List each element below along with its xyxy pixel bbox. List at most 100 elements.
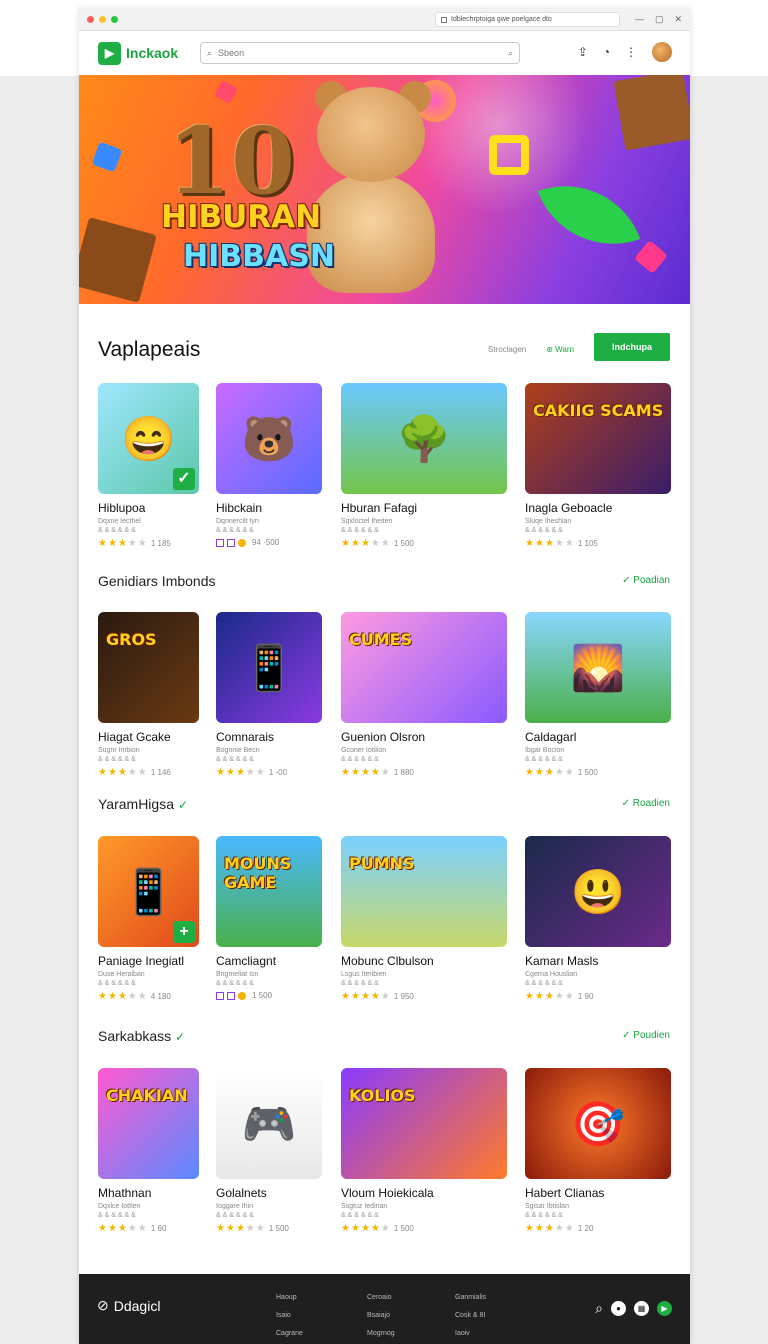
search-bar[interactable]: ⌕ Sbeon ⌕ bbox=[200, 42, 520, 64]
game-card[interactable]: 🐻 Hibckain Dqnnercilt Iyn & & & & & & 94 ·50… bbox=[216, 383, 322, 547]
game-card[interactable]: CHAKIAN Mhathnan Dqxlce Iottlen & & & & & &… bbox=[98, 1068, 199, 1234]
game-thumbnail[interactable]: 🎯 bbox=[525, 1068, 671, 1179]
game-thumbnail[interactable]: MOUNS GAME bbox=[216, 836, 322, 947]
search-icon[interactable]: ⌕ bbox=[595, 1300, 603, 1317]
social-icon[interactable]: ● bbox=[611, 1301, 626, 1316]
rating-count: 1 500 bbox=[393, 539, 414, 548]
game-card[interactable]: GROS Hiagat Gcake Sugnr Imbion & & & & & & ★… bbox=[98, 612, 199, 778]
game-card[interactable]: CAKIIG SCAMS Inagla Geboacle Sluqe Iheshla… bbox=[525, 383, 671, 549]
game-card[interactable]: 🎮 Golalnets Ioggare Ihin & & & & & & ★ ★ ★ ★ ★ 1 … bbox=[216, 1068, 322, 1234]
game-thumbnail[interactable]: PUMNS bbox=[341, 836, 507, 947]
game-title: Guenion Olsron bbox=[341, 730, 426, 744]
logo-text: Inckaok bbox=[126, 45, 179, 61]
game-card[interactable]: 📱 Comnarais Bognnie Becn & & & & & & ★ ★ ★ ★ ★ 1 … bbox=[216, 612, 322, 778]
game-title: Habert Clianas bbox=[525, 1186, 605, 1200]
rating-count: 1 60 bbox=[150, 1224, 167, 1233]
footer-link[interactable]: Cagrane bbox=[276, 1325, 303, 1343]
rating-count: 1 -00 bbox=[268, 768, 288, 777]
game-thumbnail[interactable]: 📱 + bbox=[98, 836, 199, 947]
game-thumbnail[interactable]: CAKIIG SCAMS bbox=[525, 383, 671, 494]
section-link[interactable]: ✓ Poadian bbox=[622, 575, 670, 586]
star-icon: ★ bbox=[127, 538, 137, 549]
footer-link[interactable]: Haoup bbox=[276, 1289, 303, 1307]
star-icon: ★ bbox=[107, 767, 117, 778]
url-bar[interactable]: Idblechrptoiga gwe poelgace dto bbox=[435, 12, 620, 27]
rating-row: ★ ★ ★ ★ ★ 1 500 bbox=[341, 1223, 507, 1234]
add-badge-icon[interactable]: ✓ bbox=[173, 468, 195, 490]
site-logo[interactable]: ▶ Inckaok bbox=[98, 41, 179, 65]
footer-link[interactable]: Isaio bbox=[276, 1307, 303, 1325]
game-thumbnail[interactable]: 😄 ✓ bbox=[98, 383, 199, 494]
game-thumbnail[interactable]: 🌄 bbox=[525, 612, 671, 723]
footer-link[interactable]: Mogrnog bbox=[367, 1325, 395, 1343]
game-thumbnail[interactable]: 😃 bbox=[525, 836, 671, 947]
section-link[interactable]: ✓ Roadien bbox=[622, 798, 670, 809]
browser-window: Idblechrptoiga gwe poelgace dto — ▢ ✕ ▶ … bbox=[79, 9, 690, 1344]
game-thumbnail[interactable]: CHAKIAN bbox=[98, 1068, 199, 1179]
notification-icon[interactable]: ◔ bbox=[603, 45, 610, 59]
game-thumbnail[interactable]: CUMES bbox=[341, 612, 507, 723]
social-icon[interactable]: ▦ bbox=[634, 1301, 649, 1316]
game-thumbnail[interactable]: 🌳 bbox=[341, 383, 507, 494]
search-input[interactable]: Sbeon bbox=[218, 48, 508, 58]
star-icon: ★ bbox=[107, 538, 117, 549]
section-link[interactable]: ✓ Poudien bbox=[622, 1030, 670, 1041]
window-restore-icon[interactable]: ▢ bbox=[655, 14, 664, 25]
game-card[interactable]: CUMES Guenion Olsron Gconer Iotilion & & & … bbox=[341, 612, 507, 778]
toggle-link[interactable]: ⊛ Warn bbox=[546, 345, 574, 354]
footer-link[interactable]: Cosk & 8I bbox=[455, 1307, 486, 1325]
hero-title: HIBURAN bbox=[161, 199, 322, 235]
window-close-icon[interactable]: ✕ bbox=[674, 14, 682, 25]
star-icon: ★ bbox=[525, 1223, 534, 1234]
game-card[interactable]: 🌳 Hburan Fafagi Sqxloctel Iheiten & & & & &… bbox=[341, 383, 507, 549]
game-card[interactable]: KOLIOS Vloum Hoiekicala Ssgtuz Iedinan & & … bbox=[341, 1068, 507, 1234]
rating-count: 1 880 bbox=[393, 768, 414, 777]
search-submit-icon[interactable]: ⌕ bbox=[508, 48, 513, 59]
game-card[interactable]: MOUNS GAME Camcliagnt Bngmeliat Isn & & & &… bbox=[216, 836, 322, 1000]
rating-row: ★ ★ ★ ★ ★ 1 20 bbox=[525, 1223, 671, 1234]
game-card[interactable]: 😄 ✓ Hiblupoa Dqxne Iecthel & & & & & & ★ ★ ★ ★ ★ 1… bbox=[98, 383, 199, 549]
game-thumbnail[interactable]: GROS bbox=[98, 612, 199, 723]
hero-banner[interactable]: 10 HIBURAN HIBBASN bbox=[79, 75, 690, 304]
star-icon: ★ bbox=[137, 991, 147, 1002]
play-store-icon[interactable]: ▶ bbox=[657, 1301, 672, 1316]
game-card[interactable]: 📱 + Paniage Inegiatl Duse Heraiban & & & & &… bbox=[98, 836, 199, 1002]
window-minimize-icon[interactable]: — bbox=[635, 14, 644, 25]
minimize-dot[interactable] bbox=[99, 16, 106, 23]
rating-count: 1 500 bbox=[252, 991, 273, 1000]
footer-logo-text: Ddagicl bbox=[113, 1297, 161, 1314]
game-card[interactable]: 😃 Kamarı Masls Cgerna Houslian & & & & & & ★… bbox=[525, 836, 671, 1002]
star-icon: ★ bbox=[98, 1223, 107, 1234]
site-footer: ⊘ Ddagicl Haoup Isaio Cagrane Ceroaio Bs… bbox=[79, 1274, 690, 1344]
star-icon: ★ bbox=[98, 991, 107, 1002]
game-title: Caldagarl bbox=[525, 730, 577, 744]
game-thumbnail[interactable]: KOLIOS bbox=[341, 1068, 507, 1179]
game-thumbnail[interactable]: 🐻 bbox=[216, 383, 322, 494]
star-icon: ★ bbox=[380, 1223, 390, 1234]
share-icon[interactable]: ⇪ bbox=[578, 45, 588, 59]
game-card[interactable]: 🌄 Caldagarl Ibgar Bocion & & & & & & ★ ★ ★ ★ ★ 1 … bbox=[525, 612, 671, 778]
featured-action-button[interactable]: Indchupa bbox=[594, 333, 670, 361]
close-dot[interactable] bbox=[87, 16, 94, 23]
star-icon: ★ bbox=[544, 991, 554, 1002]
section-title-text: Genidiars Imbonds bbox=[98, 573, 216, 589]
footer-link[interactable]: Iaoiv bbox=[455, 1325, 486, 1343]
footer-link[interactable]: Ceroaio bbox=[367, 1289, 395, 1307]
game-thumbnail[interactable]: 📱 bbox=[216, 612, 322, 723]
add-badge-icon[interactable]: + bbox=[173, 921, 195, 943]
maximize-dot[interactable] bbox=[111, 16, 118, 23]
filter-link[interactable]: Stroclagen bbox=[488, 345, 526, 354]
avatar[interactable] bbox=[652, 42, 672, 62]
star-icon: ★ bbox=[341, 991, 350, 1002]
footer-link[interactable]: Bsaiajo bbox=[367, 1307, 395, 1325]
grid-icon[interactable]: ⋮ bbox=[625, 45, 637, 59]
game-card[interactable]: PUMNS Mobunc Clbulson Lsgus Iteribien & & &… bbox=[341, 836, 507, 1002]
game-thumbnail[interactable]: 🎮 bbox=[216, 1068, 322, 1179]
thumbnail-art-icon: 🐻 bbox=[241, 414, 297, 464]
footer-link[interactable]: Ganmialis bbox=[455, 1289, 486, 1307]
search-icon: ⌕ bbox=[207, 47, 213, 58]
game-meta: & & & & & & bbox=[216, 756, 254, 763]
footer-logo[interactable]: ⊘ Ddagicl bbox=[97, 1297, 160, 1314]
featured-toolbar: Stroclagen ⊛ Warn Indchupa bbox=[488, 333, 670, 361]
game-card[interactable]: 🎯 Habert Clianas Sgisar Ibtislan & & & & & … bbox=[525, 1068, 671, 1234]
